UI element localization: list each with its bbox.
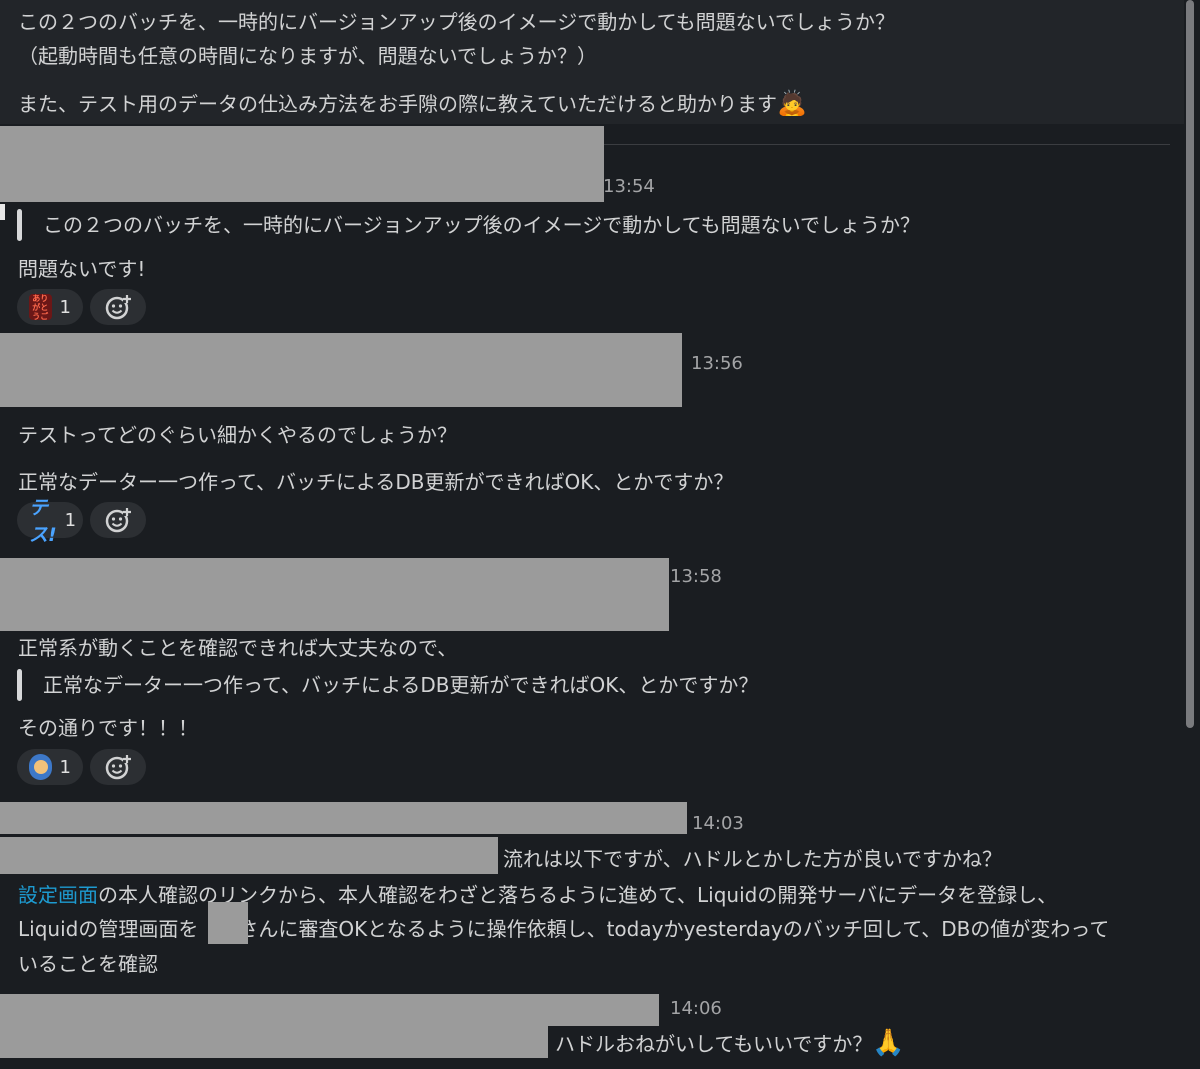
message-timestamp[interactable]: 13:54 xyxy=(603,176,655,197)
message-text-content: ハドルおねがいしてもいいですか？ xyxy=(555,1032,873,1056)
redacted-sender xyxy=(0,126,604,202)
redacted-name xyxy=(208,902,248,944)
message-text: また、テスト用のデータの仕込み方法をお手隙の際に教えていただけると助かります🙇 xyxy=(18,88,807,117)
redacted-sender xyxy=(0,994,659,1026)
message-timestamp[interactable]: 13:58 xyxy=(670,566,722,587)
message-text: 正常系が動くことを確認できれば大丈夫なので、 xyxy=(18,636,458,660)
reaction-count: 1 xyxy=(59,756,71,778)
reaction-count: 1 xyxy=(64,509,77,531)
redacted-sender xyxy=(0,333,682,407)
reaction-count: 1 xyxy=(59,296,71,318)
arigato-emoji-icon: ありがとうございます! xyxy=(29,294,52,320)
add-reaction-button[interactable] xyxy=(90,502,146,538)
message-text: 正常なデーター一つ作って、バッチによるDB更新ができればOK、とかですか？ xyxy=(18,470,734,494)
quote-marker xyxy=(0,204,5,220)
message-text-content: Liquidの管理画面を xyxy=(18,917,199,941)
quote-content: 正常なデーター一つ作って、バッチによるDB更新ができればOK、とかですか？ xyxy=(43,673,759,697)
message-text-content: さんに審査OKとなるように操作依頼し、todayかyesterdayのバッチ回し… xyxy=(238,917,1110,941)
redacted-sender xyxy=(0,802,687,834)
quote-content: この２つのバッチを、一時的にバージョンアップ後のイメージで動かしても問題ないでし… xyxy=(43,213,920,237)
settings-screen-link[interactable]: 設定画面 xyxy=(18,883,98,907)
message-text: テストってどのぐらい細かくやるのでしょうか？ xyxy=(18,423,457,447)
message-text: その通りです！！！ xyxy=(18,716,198,740)
tesu-emoji-icon: テス! xyxy=(29,497,57,546)
message-timestamp[interactable]: 14:06 xyxy=(670,998,722,1019)
message-text: いることを確認 xyxy=(18,952,158,976)
message-text: ハドルおねがいしてもいいですか？🙏 xyxy=(555,1028,905,1058)
redacted-mention xyxy=(0,1026,548,1058)
add-reaction-icon xyxy=(105,295,131,320)
scrollbar[interactable] xyxy=(1186,0,1194,728)
praying-hands-emoji-icon: 🙏 xyxy=(872,1028,905,1058)
add-reaction-button[interactable] xyxy=(90,289,146,325)
message-timestamp[interactable]: 14:03 xyxy=(692,813,744,834)
message-text: この２つのバッチを、一時的にバージョンアップ後のイメージで動かしても問題ないでし… xyxy=(18,10,895,34)
quote-bar xyxy=(17,669,22,701)
bowing-emoji-icon: 🙇 xyxy=(777,89,807,117)
redacted-sender xyxy=(0,558,669,631)
quote-bar xyxy=(17,209,22,241)
redacted-mention xyxy=(0,837,498,874)
message-text: Liquidの管理画面を さんに審査OKとなるように操作依頼し、todayかyes… xyxy=(18,913,1109,942)
reaction-pill[interactable]: テス! 1 xyxy=(17,497,83,546)
person-emoji-icon xyxy=(29,754,52,780)
message-timestamp[interactable]: 13:56 xyxy=(691,353,743,374)
reaction-pill[interactable]: 1 xyxy=(17,749,83,785)
message-text: （起動時間も任意の時間になりますが、問題ないでしょうか？） xyxy=(18,44,597,68)
message-text: 設定画面の本人確認のリンクから、本人確認をわざと落ちるように進めて、Liquid… xyxy=(18,879,1057,908)
message-text: 問題ないです! xyxy=(18,257,146,281)
add-reaction-icon xyxy=(105,508,131,533)
add-reaction-icon xyxy=(105,755,131,780)
message-text-content: また、テスト用のデータの仕込み方法をお手隙の際に教えていただけると助かります xyxy=(18,92,777,116)
message-text: 流れは以下ですが、ハドルとかした方が良いですかね？ xyxy=(503,847,1002,871)
reaction-pill[interactable]: ありがとうございます! 1 xyxy=(17,289,83,325)
add-reaction-button[interactable] xyxy=(90,749,146,785)
